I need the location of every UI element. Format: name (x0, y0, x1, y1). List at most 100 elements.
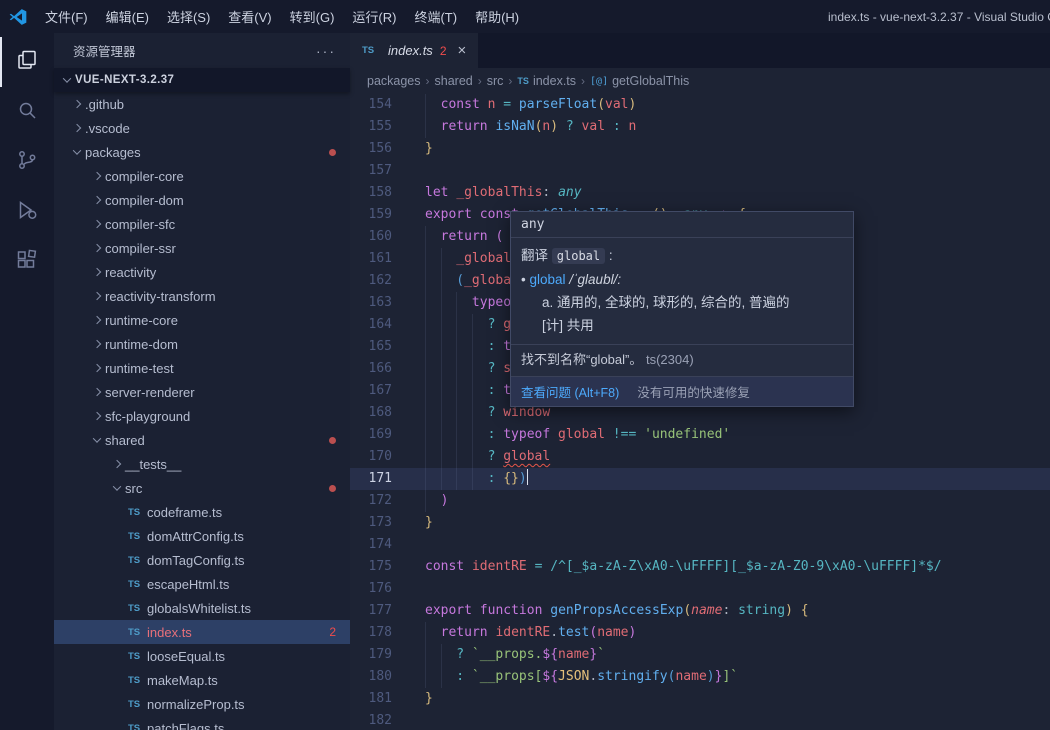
tree-item-runtime-core[interactable]: runtime-core (54, 308, 350, 332)
tree-item-domTagConfig.ts[interactable]: TS domTagConfig.ts (54, 548, 350, 572)
tree-item-server-renderer[interactable]: server-renderer (54, 380, 350, 404)
tree-item-.vscode[interactable]: .vscode (54, 116, 350, 140)
tree-item-index.ts[interactable]: TS index.ts 2 (54, 620, 350, 644)
run-debug-button[interactable] (0, 187, 54, 237)
close-icon[interactable]: × (458, 42, 467, 59)
tree-item-label: compiler-ssr (105, 240, 176, 256)
tree-item-__tests__[interactable]: __tests__ (54, 452, 350, 476)
menu-item-2[interactable]: 选择(S) (158, 0, 219, 33)
hover-type-info: any (521, 217, 545, 232)
error-dot-badge (329, 148, 336, 156)
tree-item-globalsWhitelist.ts[interactable]: TS globalsWhitelist.ts (54, 596, 350, 620)
tree-item-compiler-core[interactable]: compiler-core (54, 164, 350, 188)
typescript-file-icon: TS (128, 722, 141, 730)
files-icon (15, 48, 39, 77)
tree-item-shared[interactable]: shared (54, 428, 350, 452)
tab-index.ts[interactable]: TS index.ts 2 × (350, 33, 479, 68)
code-line-170[interactable]: 170? global (350, 446, 1050, 468)
line-number: 176 (368, 581, 392, 596)
indent-guide (456, 402, 472, 424)
typescript-file-icon: TS (128, 626, 141, 638)
code-line-155[interactable]: 155 return isNaN(n) ? val : n (350, 116, 1050, 138)
breadcrumb-item-index.ts[interactable]: TS index.ts (517, 74, 576, 88)
code-line-180[interactable]: 180: `__props[${JSON.stringify(name)}]` (350, 666, 1050, 688)
code-line-169[interactable]: 169: typeof global !== 'undefined' (350, 424, 1050, 446)
tree-item-makeMap.ts[interactable]: TS makeMap.ts (54, 668, 350, 692)
menu-item-6[interactable]: 终端(T) (405, 0, 466, 33)
tree-item-codeframe.ts[interactable]: TS codeframe.ts (54, 500, 350, 524)
menu-item-5[interactable]: 运行(R) (343, 0, 405, 33)
tab-bar: TS index.ts 2 × (350, 33, 1050, 68)
title-bar: 文件(F) 编辑(E) 选择(S) 查看(V) 转到(G) 运行(R) 终端(T) 帮助(H)… (0, 0, 1050, 33)
code-line-177[interactable]: 177 export function genPropsAccessExp(nam… (350, 600, 1050, 622)
menu-item-1[interactable]: 编辑(E) (97, 0, 158, 33)
tree-item-compiler-dom[interactable]: compiler-dom (54, 188, 350, 212)
breadcrumb-item-packages[interactable]: packages (367, 74, 421, 88)
source-control-button[interactable] (0, 137, 54, 187)
breadcrumb-item-src[interactable]: src (487, 74, 504, 88)
indent-guide (425, 644, 441, 666)
section-header-project[interactable]: VUE-NEXT-3.2.37 (54, 68, 350, 92)
tree-item-escapeHtml.ts[interactable]: TS escapeHtml.ts (54, 572, 350, 596)
tree-item-compiler-ssr[interactable]: compiler-ssr (54, 236, 350, 260)
tree-item-normalizeProp.ts[interactable]: TS normalizeProp.ts (54, 692, 350, 716)
code-line-158[interactable]: 158 let _globalThis: any (350, 182, 1050, 204)
code-line-154[interactable]: 154 const n = parseFloat(val) (350, 94, 1050, 116)
search-icon (15, 98, 39, 127)
breadcrumb-item-getGlobalThis[interactable]: [@] getGlobalThis (590, 74, 689, 88)
tree-item-sfc-playground[interactable]: sfc-playground (54, 404, 350, 428)
tree-item-label: index.ts (147, 624, 192, 640)
code-line-172[interactable]: 172) (350, 490, 1050, 512)
code-line-181[interactable]: 181} (350, 688, 1050, 710)
typescript-file-icon: TS (128, 650, 141, 662)
code-line-157[interactable]: 157 (350, 160, 1050, 182)
code-line-178[interactable]: 178 return identRE.test(name) (350, 622, 1050, 644)
dictionary-link[interactable]: global (530, 272, 566, 287)
tree-item-label: packages (85, 144, 141, 160)
code-line-176[interactable]: 176 (350, 578, 1050, 600)
extensions-button[interactable] (0, 237, 54, 287)
code-line-173[interactable]: 173} (350, 512, 1050, 534)
tree-item-packages[interactable]: packages (54, 140, 350, 164)
tree-item-patchFlags.ts[interactable]: TS patchFlags.ts (54, 716, 350, 730)
tree-item-label: normalizeProp.ts (147, 696, 245, 712)
tree-item-reactivity-transform[interactable]: reactivity-transform (54, 284, 350, 308)
code-line-175[interactable]: 175 const identRE = /^[_$a-zA-Z\xA0-\uFFF… (350, 556, 1050, 578)
menu-item-7[interactable]: 帮助(H) (466, 0, 528, 33)
code-line-171[interactable]: 171: {}) (350, 468, 1050, 490)
line-number: 171 (368, 471, 392, 486)
search-button[interactable] (0, 87, 54, 137)
typescript-file-icon: TS (517, 76, 529, 86)
code-line-179[interactable]: 179? `__props.${name}` (350, 644, 1050, 666)
symbol-icon: [@] (590, 75, 609, 87)
more-actions-icon[interactable]: ··· (316, 43, 336, 59)
view-problem-link[interactable]: 查看问题 (521, 386, 571, 400)
indent-guide (472, 468, 488, 490)
code-line-156[interactable]: 156} (350, 138, 1050, 160)
tree-item-runtime-dom[interactable]: runtime-dom (54, 332, 350, 356)
tree-item-.github[interactable]: .github (54, 92, 350, 116)
code-line-182[interactable]: 182 (350, 710, 1050, 730)
menu-item-0[interactable]: 文件(F) (36, 0, 97, 33)
tree-item-domAttrConfig.ts[interactable]: TS domAttrConfig.ts (54, 524, 350, 548)
tree-item-reactivity[interactable]: reactivity (54, 260, 350, 284)
tree-item-compiler-sfc[interactable]: compiler-sfc (54, 212, 350, 236)
explorer-button[interactable] (0, 37, 54, 87)
tree-item-label: reactivity (105, 264, 157, 280)
menu-item-4[interactable]: 转到(G) (281, 0, 344, 33)
tree-item-src[interactable]: src (54, 476, 350, 500)
chevron-right-icon (88, 339, 105, 349)
breadcrumb-item-shared[interactable]: shared (435, 74, 473, 88)
line-number: 161 (368, 251, 392, 266)
indent-guide (425, 446, 441, 468)
code-line-174[interactable]: 174 (350, 534, 1050, 556)
menu-item-3[interactable]: 查看(V) (219, 0, 280, 33)
line-number: 177 (368, 603, 392, 618)
indent-guide (425, 314, 441, 336)
chevron-right-icon: › (581, 74, 586, 88)
indent-guide (441, 644, 457, 666)
chevron-right-icon (88, 171, 105, 181)
indent-guide (456, 314, 472, 336)
tree-item-looseEqual.ts[interactable]: TS looseEqual.ts (54, 644, 350, 668)
tree-item-runtime-test[interactable]: runtime-test (54, 356, 350, 380)
